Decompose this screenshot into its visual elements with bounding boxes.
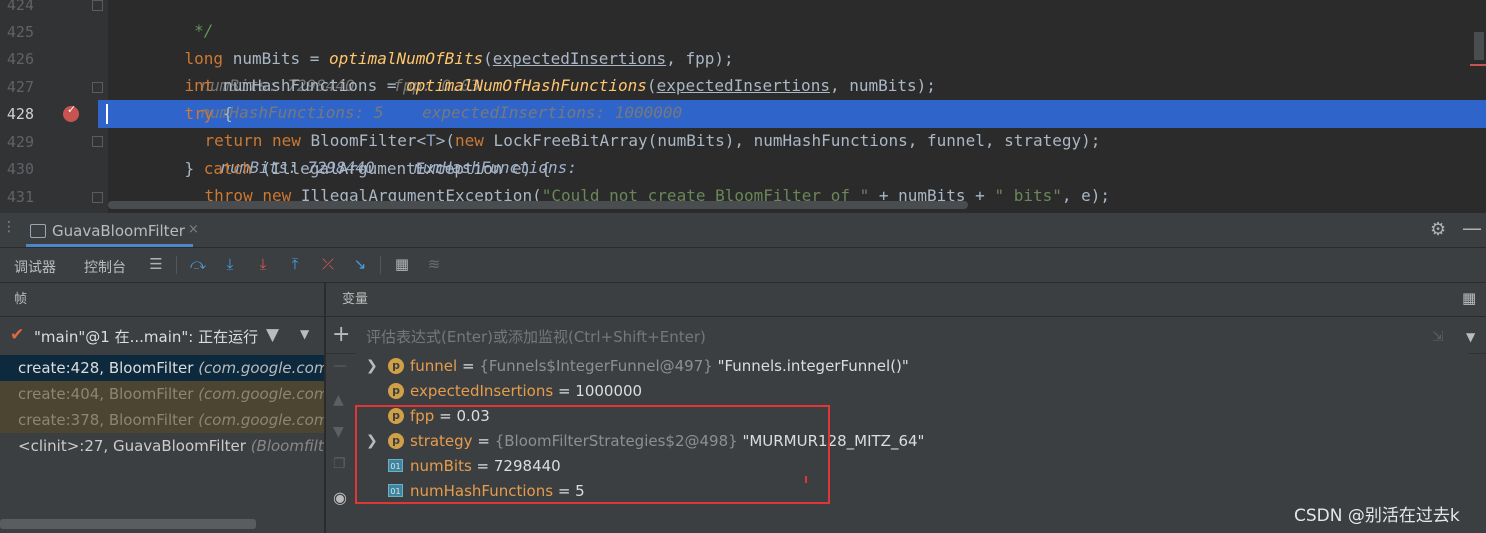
code-editor[interactable]: 424 425 426 427 428 429 430 431 */ long … <box>0 0 1486 213</box>
chevron-down-icon[interactable]: ▼ <box>1466 330 1475 344</box>
move-up-icon[interactable]: ▲ <box>333 392 344 408</box>
move-down-icon[interactable]: ▼ <box>333 424 344 440</box>
line-number: 429 <box>6 133 34 151</box>
code-line-424: */ <box>184 21 214 40</box>
code-line-426: int numHashFunctions = optimalNumOfHashF… <box>184 76 936 122</box>
step-into-icon[interactable]: ⤓ <box>220 254 240 274</box>
add-to-watches-icon[interactable]: ⇲ <box>1432 329 1444 345</box>
code-line-428: return new BloomFilter<T>(new LockFreeBi… <box>204 131 1101 177</box>
tab-console[interactable]: 控制台 <box>84 257 126 277</box>
fold-marker-icon[interactable] <box>92 136 103 147</box>
debug-tab-bar: ⋮ GuavaBloomFilter × ⚙ — <box>0 213 1486 248</box>
parameter-badge-icon: p <box>388 358 404 374</box>
minimize-icon[interactable]: — <box>1462 216 1482 240</box>
line-number: 427 <box>6 78 34 96</box>
line-number: 424 <box>6 0 34 14</box>
close-icon[interactable]: × <box>188 222 199 237</box>
code-line-430: throw new IllegalArgumentException("Coul… <box>204 186 1111 205</box>
code-line-425: long numBits = optimalNumOfBits(expected… <box>184 49 734 95</box>
line-number-current: 428 <box>6 105 34 123</box>
add-watch-icon[interactable]: + <box>332 322 350 347</box>
frame-item[interactable]: create:378, BloomFilter (com.google.com <box>0 407 324 433</box>
breakpoint-icon[interactable] <box>63 103 79 122</box>
evaluate-expression-icon[interactable]: ▦ <box>392 254 412 274</box>
copy-icon[interactable]: ❐ <box>333 456 346 472</box>
code-line-429: } catch (IllegalArgumentException e) { <box>184 159 551 178</box>
variables-side-toolbar: — ▲ ▼ ❐ ◉ <box>326 354 356 533</box>
frames-horizontal-scrollbar[interactable] <box>0 519 256 529</box>
check-icon: ✔ <box>10 325 25 345</box>
step-over-icon[interactable]: ⤼ <box>188 254 208 274</box>
evaluate-expression-row: + ⇲ ▼ <box>326 319 1486 355</box>
tab-debugger[interactable]: 调试器 <box>14 257 56 277</box>
line-number: 425 <box>6 23 34 41</box>
line-number: 431 <box>6 188 34 206</box>
run-config-icon <box>30 224 46 238</box>
step-out-icon[interactable]: ⤒ <box>285 254 305 274</box>
eye-icon[interactable]: ◉ <box>333 488 347 507</box>
tab-guava-bloom-filter[interactable]: GuavaBloomFilter <box>26 213 193 247</box>
force-step-into-icon[interactable]: ⤓ <box>253 254 273 274</box>
filter-icon[interactable]: ▼ <box>266 325 279 345</box>
layout-menu-icon[interactable]: ☰ <box>146 254 166 274</box>
trace-stream-icon[interactable]: ≋ <box>424 254 444 274</box>
remove-icon[interactable]: — <box>333 358 347 374</box>
variables-panel-header: 变量 <box>326 283 1486 317</box>
more-icon[interactable]: ⋮ <box>2 219 16 235</box>
parameter-badge-icon: p <box>388 383 404 399</box>
fold-marker-icon[interactable] <box>92 82 103 93</box>
editor-horizontal-scrollbar[interactable] <box>108 201 968 209</box>
fold-marker-icon[interactable] <box>92 192 103 203</box>
drop-frame-icon[interactable]: ⤫ <box>318 254 338 274</box>
frame-item[interactable]: create:404, BloomFilter (com.google.com <box>0 381 324 407</box>
frame-item[interactable]: <clinit>:27, GuavaBloomFilter (Bloomfilt… <box>0 433 324 459</box>
run-to-cursor-icon[interactable]: ↘ <box>350 254 370 274</box>
evaluate-expression-input[interactable] <box>356 319 1468 355</box>
line-number: 426 <box>6 50 34 68</box>
frames-panel-header: 帧 <box>0 283 324 317</box>
fold-marker-icon[interactable] <box>92 0 103 11</box>
thread-selector[interactable]: ✔ "main"@1 在...main": 正在运行 ▼ ▼ <box>0 319 324 353</box>
line-number: 430 <box>6 160 34 178</box>
annotation-highlight-box <box>355 405 830 504</box>
debug-toolbar: 调试器 控制台 ☰ ⤼ ⤓ ⤓ ⤒ ⤫ ↘ ▦ ≋ ▦ <box>0 248 1486 307</box>
chevron-down-icon[interactable]: ▼ <box>300 327 309 341</box>
editor-vertical-scrollbar[interactable] <box>1474 32 1484 60</box>
code-line-427: try { <box>184 104 233 123</box>
chevron-right-icon[interactable]: ❯ <box>366 354 378 379</box>
frame-item[interactable]: create:428, BloomFilter (com.google.com <box>0 355 324 381</box>
watermark: CSDN @别活在过去k <box>1294 506 1460 526</box>
error-stripe-marker[interactable] <box>1470 64 1486 66</box>
gear-icon[interactable]: ⚙ <box>1430 219 1446 240</box>
annotation-mark <box>805 476 807 483</box>
text-caret <box>106 104 108 124</box>
